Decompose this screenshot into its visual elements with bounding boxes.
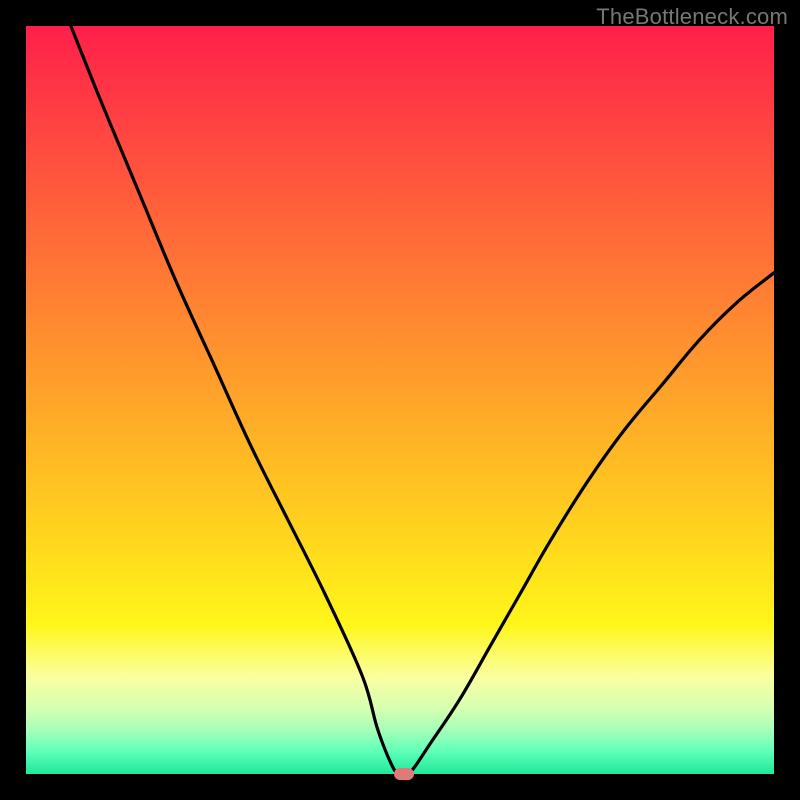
minimum-marker xyxy=(394,768,414,780)
plot-area xyxy=(26,26,774,774)
bottleneck-curve xyxy=(26,26,774,774)
curve-path xyxy=(71,26,774,774)
plot-inner xyxy=(26,26,774,774)
watermark-text: TheBottleneck.com xyxy=(596,4,788,30)
chart-frame: TheBottleneck.com xyxy=(0,0,800,800)
